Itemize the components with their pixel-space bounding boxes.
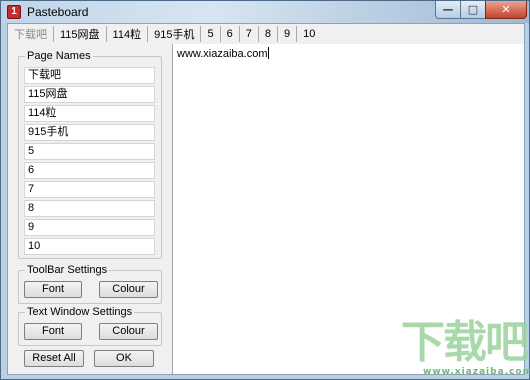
page-name-field-6[interactable]: 6 xyxy=(24,162,155,179)
toolbar-settings-title: ToolBar Settings xyxy=(25,264,110,276)
tab-9[interactable]: 9 xyxy=(278,26,298,42)
page-name-field-5[interactable]: 5 xyxy=(24,143,155,160)
reset-all-button[interactable]: Reset All xyxy=(24,350,84,367)
watermark-url: www.xiazaiba.com xyxy=(423,367,530,377)
minimize-icon: — xyxy=(442,3,454,16)
text-window-settings-title: Text Window Settings xyxy=(25,306,135,318)
toolbar-font-button[interactable]: Font xyxy=(24,281,82,298)
tab-3[interactable]: 114粒 xyxy=(107,26,149,42)
page-names-group: Page Names 下载吧 115网盘 114粒 915手机 5 6 7 8 … xyxy=(18,50,162,259)
watermark-logo-text: 下载吧 xyxy=(401,317,529,368)
page-name-field-3[interactable]: 114粒 xyxy=(24,105,155,122)
text-window-settings-group: Text Window Settings Font Colour xyxy=(18,306,162,346)
tab-10[interactable]: 10 xyxy=(297,26,321,42)
toolbar-settings-group: ToolBar Settings Font Colour xyxy=(18,264,162,304)
close-button[interactable]: ✕ xyxy=(485,1,527,19)
maximize-button[interactable]: □ xyxy=(460,1,486,19)
tab-4[interactable]: 915手机 xyxy=(148,26,202,42)
tab-6[interactable]: 6 xyxy=(221,26,240,42)
page-name-field-2[interactable]: 115网盘 xyxy=(24,86,155,103)
page-name-field-1[interactable]: 下载吧 xyxy=(24,67,155,84)
tab-7[interactable]: 7 xyxy=(240,26,259,42)
app-icon[interactable]: 1 xyxy=(7,5,21,19)
text-window-content[interactable]: www.xiazaiba.com xyxy=(177,47,270,60)
page-name-field-10[interactable]: 10 xyxy=(24,238,155,255)
page-name-field-4[interactable]: 915手机 xyxy=(24,124,155,141)
maximize-icon: □ xyxy=(467,3,479,16)
page-names-title: Page Names xyxy=(25,50,93,62)
ok-button[interactable]: OK xyxy=(94,350,154,367)
page-name-field-8[interactable]: 8 xyxy=(24,200,155,217)
app-window: 1 Pasteboard — □ ✕ 下载吧 115网盘 114粒 915手机 … xyxy=(0,0,530,380)
text-window-font-button[interactable]: Font xyxy=(24,323,82,340)
tab-1[interactable]: 下载吧 xyxy=(8,26,54,42)
page-tabs: 下载吧 115网盘 114粒 915手机 5 6 7 8 9 10 xyxy=(8,24,524,44)
text-caret xyxy=(268,47,270,59)
tab-5[interactable]: 5 xyxy=(201,26,221,42)
minimize-button[interactable]: — xyxy=(435,1,461,19)
toolbar-colour-button[interactable]: Colour xyxy=(99,281,158,298)
text-window-colour-button[interactable]: Colour xyxy=(99,323,158,340)
tab-2[interactable]: 115网盘 xyxy=(54,26,107,42)
close-icon: ✕ xyxy=(501,3,511,16)
page-name-field-9[interactable]: 9 xyxy=(24,219,155,236)
window-title: Pasteboard xyxy=(27,5,89,19)
tab-8[interactable]: 8 xyxy=(259,26,278,42)
text-window-text: www.xiazaiba.com xyxy=(177,48,268,60)
page-name-field-7[interactable]: 7 xyxy=(24,181,155,198)
watermark-logo: 下载吧 www.xiazaiba.com xyxy=(401,319,530,380)
